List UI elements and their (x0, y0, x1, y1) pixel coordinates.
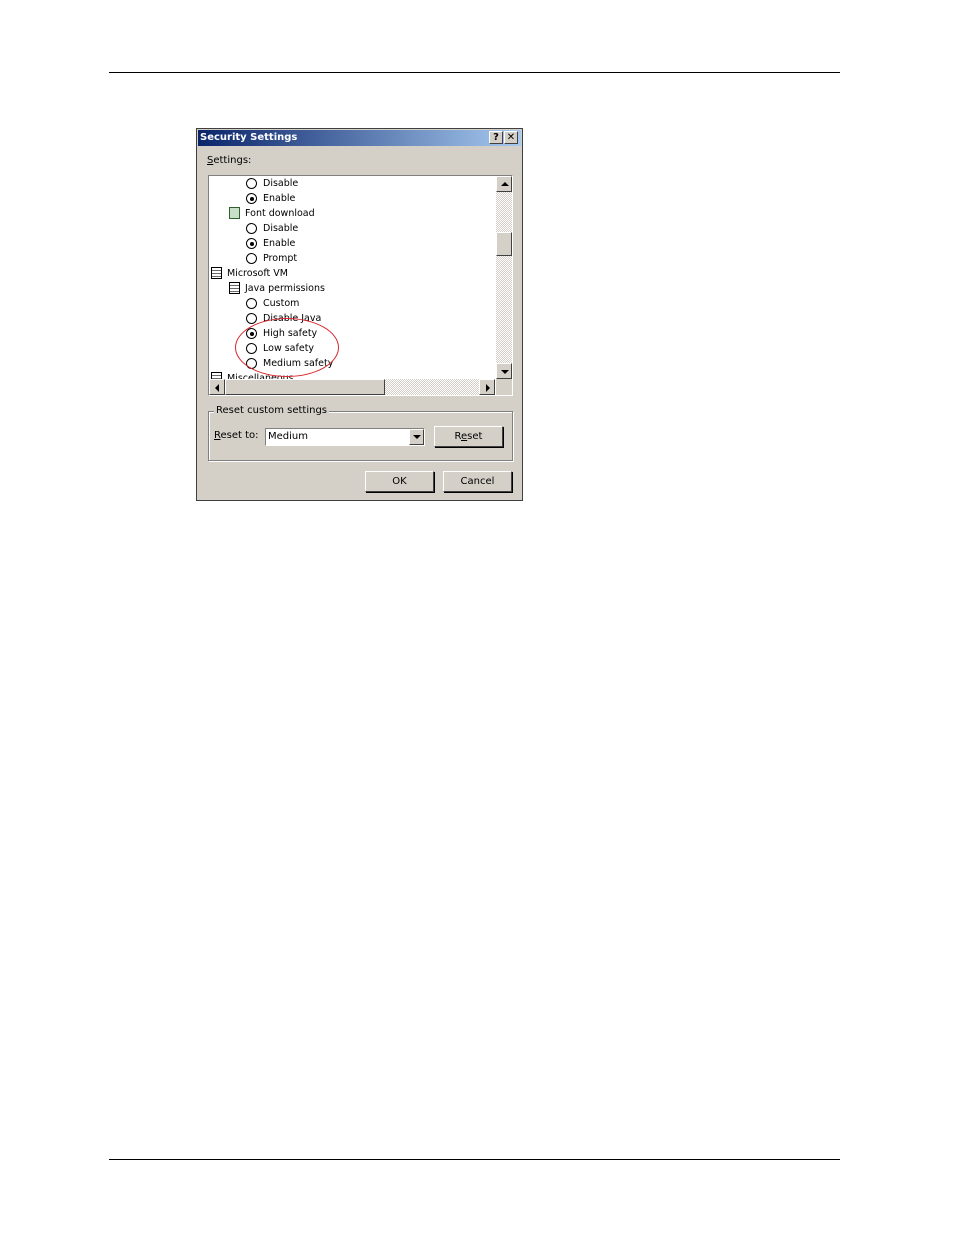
setting-label: Disable Java (263, 313, 322, 324)
font-download-icon (229, 207, 240, 219)
setting-option[interactable]: High safety (209, 326, 495, 341)
radio-checked-icon[interactable] (246, 328, 257, 339)
scroll-down-button[interactable] (496, 363, 512, 379)
setting-option[interactable]: Low safety (209, 341, 495, 356)
setting-category[interactable]: Microsoft VM (209, 266, 495, 281)
scrollbar-corner (496, 379, 512, 395)
setting-label: Enable (263, 238, 296, 249)
cancel-button[interactable]: Cancel (443, 471, 512, 492)
radio-unchecked-icon[interactable] (246, 313, 257, 324)
radio-unchecked-icon[interactable] (246, 178, 257, 189)
setting-label: Disable (263, 178, 299, 189)
setting-label: Disable (263, 223, 299, 234)
setting-option[interactable]: Disable Java (209, 311, 495, 326)
setting-label: Miscellaneous (227, 373, 294, 379)
setting-label: High safety (263, 328, 318, 339)
chevron-down-icon (413, 435, 421, 439)
arrow-up-icon (501, 182, 509, 186)
setting-category[interactable]: Font download (209, 206, 495, 221)
setting-label: Custom (263, 298, 300, 309)
arrow-left-icon (215, 384, 219, 392)
help-button[interactable]: ? (489, 131, 503, 144)
setting-label: Enable (263, 193, 296, 204)
vertical-scrollbar[interactable] (496, 176, 512, 379)
radio-unchecked-icon[interactable] (246, 298, 257, 309)
page-header-rule (109, 72, 840, 73)
settings-category-icon (229, 282, 240, 294)
setting-label: Low safety (263, 343, 315, 354)
reset-level-dropdown[interactable]: Medium (265, 428, 425, 446)
setting-category[interactable]: Miscellaneous (209, 371, 495, 379)
reset-button[interactable]: Reset (434, 426, 503, 447)
setting-option[interactable]: Enable (209, 236, 495, 251)
ok-button[interactable]: OK (365, 471, 434, 492)
settings-tree-rows: Disable Enable Font download Disable Enable P… (209, 176, 495, 379)
security-settings-dialog: Security Settings ? ✕ Settings: Disable E… (196, 128, 523, 501)
setting-option[interactable]: Custom (209, 296, 495, 311)
setting-option[interactable]: Disable (209, 176, 495, 191)
horizontal-scrollbar[interactable] (209, 379, 495, 395)
radio-checked-icon[interactable] (246, 193, 257, 204)
settings-category-icon (211, 267, 222, 279)
reset-level-value: Medium (268, 431, 308, 442)
setting-option[interactable]: Enable (209, 191, 495, 206)
radio-unchecked-icon[interactable] (246, 223, 257, 234)
scroll-up-button[interactable] (496, 176, 512, 192)
dropdown-button[interactable] (409, 429, 424, 445)
dialog-title: Security Settings (200, 132, 298, 143)
page-footer-rule (109, 1159, 840, 1160)
scroll-left-button[interactable] (209, 379, 225, 395)
close-button[interactable]: ✕ (504, 131, 518, 144)
radio-unchecked-icon[interactable] (246, 253, 257, 264)
arrow-right-icon (486, 384, 490, 392)
radio-checked-icon[interactable] (246, 238, 257, 249)
setting-label: Medium safety (263, 358, 334, 369)
vertical-scroll-thumb[interactable] (496, 232, 512, 256)
settings-category-icon (211, 372, 222, 379)
settings-label: Settings: (207, 155, 251, 166)
title-bar[interactable]: Security Settings ? ✕ (198, 130, 521, 146)
setting-option[interactable]: Prompt (209, 251, 495, 266)
radio-unchecked-icon[interactable] (246, 343, 257, 354)
setting-label: Font download (245, 208, 315, 219)
setting-label: Microsoft VM (227, 268, 288, 279)
reset-button-text-post: set (467, 431, 483, 442)
radio-unchecked-icon[interactable] (246, 358, 257, 369)
settings-tree-list[interactable]: Disable Enable Font download Disable Enable P… (208, 175, 513, 396)
horizontal-scroll-thumb[interactable] (225, 379, 385, 395)
setting-label: Prompt (263, 253, 298, 264)
reset-to-text: eset to: (220, 430, 259, 441)
setting-option[interactable]: Disable (209, 221, 495, 236)
setting-option[interactable]: Medium safety (209, 356, 495, 371)
arrow-down-icon (501, 370, 509, 374)
settings-label-text: ettings: (213, 155, 252, 166)
reset-to-label: Reset to: (214, 430, 259, 441)
scroll-right-button[interactable] (479, 379, 495, 395)
reset-group-title: Reset custom settings (214, 405, 329, 416)
setting-category[interactable]: Java permissions (209, 281, 495, 296)
setting-label: Java permissions (245, 283, 325, 294)
